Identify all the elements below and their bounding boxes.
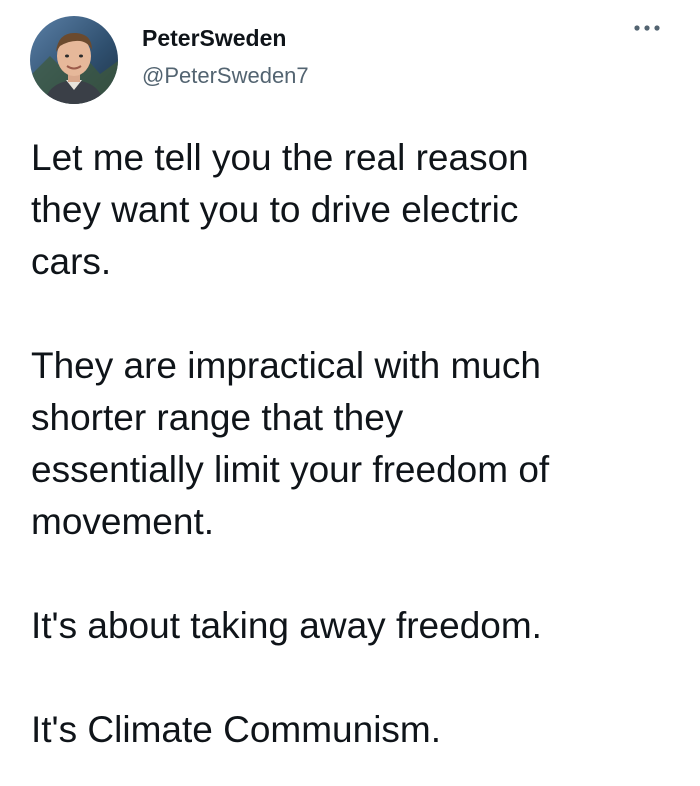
author-handle[interactable]: @PeterSweden7	[142, 62, 309, 90]
avatar[interactable]	[30, 16, 118, 104]
tweet-card: PeterSweden @PeterSweden7 Let me tell yo…	[0, 0, 700, 786]
tweet-text: Let me tell you the real reason they wan…	[31, 132, 671, 756]
tweet-paragraph: It's Climate Communism.	[31, 709, 442, 750]
author-display-name[interactable]: PeterSweden	[142, 24, 309, 52]
avatar-photo-icon	[30, 16, 118, 104]
ellipsis-icon	[634, 25, 660, 31]
author-names: PeterSweden @PeterSweden7	[142, 24, 309, 90]
tweet-paragraph: They are impractical with much shorter r…	[31, 345, 550, 542]
tweet-paragraph: Let me tell you the real reason they wan…	[31, 137, 529, 282]
tweet-paragraph: It's about taking away freedom.	[31, 605, 542, 646]
more-options-button[interactable]	[632, 18, 662, 38]
tweet-header: PeterSweden @PeterSweden7	[30, 16, 670, 106]
